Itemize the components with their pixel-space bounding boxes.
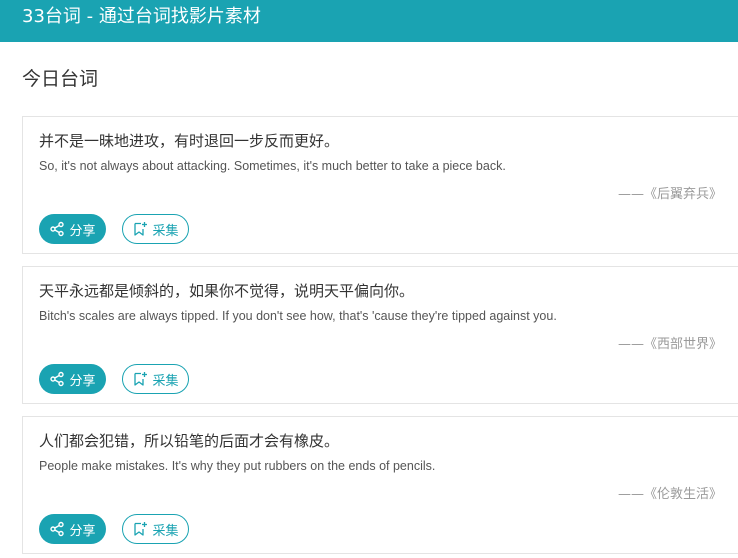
quote-english: Bitch's scales are always tipped. If you… xyxy=(39,309,557,323)
main-content: 今日台词 并不是一昧地进攻，有时退回一步反而更好。 So, it's not a… xyxy=(0,42,738,558)
collect-button[interactable]: 采集 xyxy=(122,214,189,244)
collect-button[interactable]: 采集 xyxy=(122,364,189,394)
quote-card: 天平永远都是倾斜的，如果你不觉得，说明天平偏向你。 Bitch's scales… xyxy=(22,266,738,404)
quote-source[interactable]: ——《后翼弃兵》 xyxy=(618,187,722,203)
quote-english: People make mistakes. It's why they put … xyxy=(39,459,436,473)
quote-chinese: 天平永远都是倾斜的，如果你不觉得，说明天平偏向你。 xyxy=(39,282,415,300)
quote-source[interactable]: ——《西部世界》 xyxy=(618,337,722,353)
quote-source[interactable]: ——《伦敦生活》 xyxy=(618,487,722,503)
quote-card: 人们都会犯错，所以铅笔的后面才会有橡皮。 People make mistake… xyxy=(22,416,738,554)
share-button[interactable]: 分享 xyxy=(39,364,106,394)
collect-label: 采集 xyxy=(152,373,179,389)
bookmark-plus-icon xyxy=(132,371,148,387)
quote-card: 并不是一昧地进攻，有时退回一步反而更好。 So, it's not always… xyxy=(22,116,738,254)
share-label: 分享 xyxy=(69,223,96,239)
collect-button[interactable]: 采集 xyxy=(122,514,189,544)
section-title: 今日台词 xyxy=(22,68,99,90)
bookmark-plus-icon xyxy=(132,221,148,237)
bookmark-plus-icon xyxy=(132,521,148,537)
collect-label: 采集 xyxy=(152,223,179,239)
share-icon xyxy=(49,221,65,237)
quote-english: So, it's not always about attacking. Som… xyxy=(39,159,506,173)
top-bar: 33台词 - 通过台词找影片素材 xyxy=(0,0,738,42)
share-icon xyxy=(49,371,65,387)
site-title[interactable]: 33台词 - 通过台词找影片素材 xyxy=(22,6,261,28)
quote-chinese: 人们都会犯错，所以铅笔的后面才会有橡皮。 xyxy=(39,432,340,450)
share-label: 分享 xyxy=(69,373,96,389)
collect-label: 采集 xyxy=(152,523,179,539)
share-label: 分享 xyxy=(69,523,96,539)
quote-chinese: 并不是一昧地进攻，有时退回一步反而更好。 xyxy=(39,132,340,150)
share-button[interactable]: 分享 xyxy=(39,514,106,544)
share-icon xyxy=(49,521,65,537)
share-button[interactable]: 分享 xyxy=(39,214,106,244)
